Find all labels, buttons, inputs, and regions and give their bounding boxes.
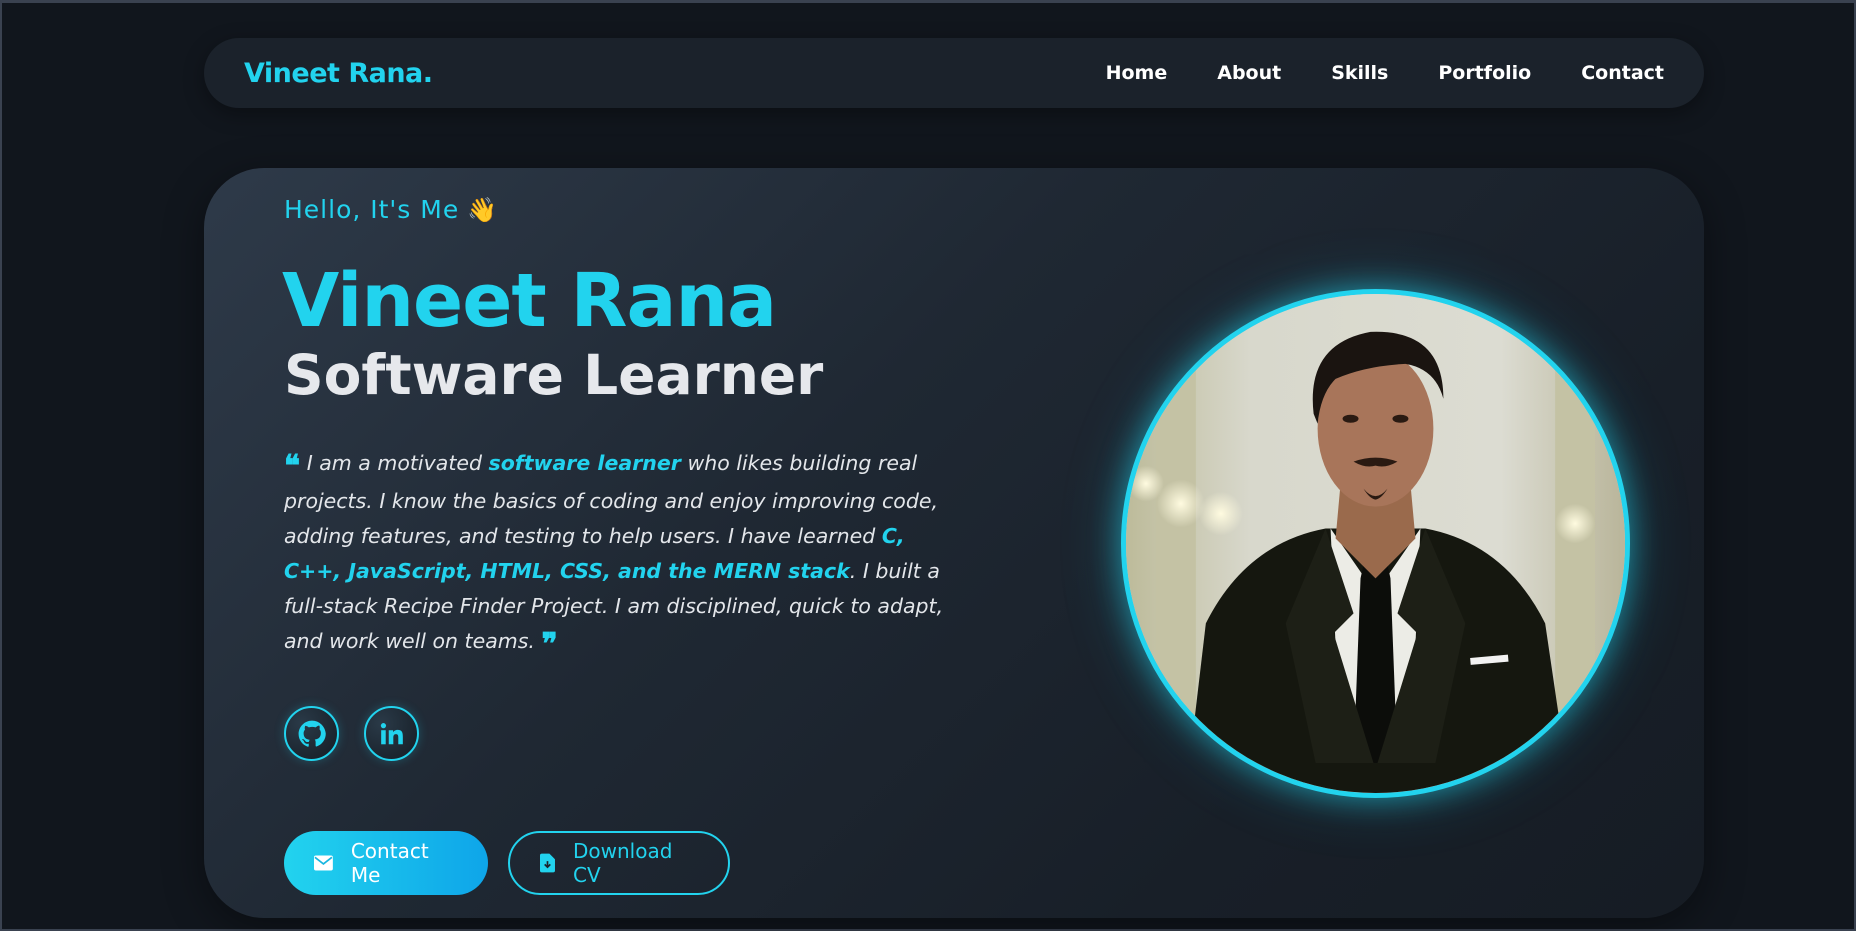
social-links	[284, 706, 419, 761]
contact-me-button[interactable]: Contact Me	[284, 831, 488, 895]
navbar: Vineet Rana. Home About Skills Portfolio…	[204, 38, 1704, 108]
bio-paragraph: ❝ I am a motivated software learner who …	[284, 446, 964, 662]
bio-text-1: I am a motivated	[306, 451, 489, 475]
nav-skills[interactable]: Skills	[1331, 62, 1388, 84]
profile-photo	[1121, 289, 1630, 798]
download-cv-label: Download CV	[572, 839, 673, 887]
nav-about[interactable]: About	[1217, 62, 1281, 84]
hero-name: Vineet Rana	[282, 258, 777, 344]
cta-buttons: Contact Me Download CV	[284, 831, 730, 895]
nav-links: Home About Skills Portfolio Contact	[1106, 62, 1664, 84]
download-cv-button[interactable]: Download CV	[508, 831, 730, 895]
nav-home[interactable]: Home	[1106, 62, 1168, 84]
contact-me-label: Contact Me	[350, 839, 429, 887]
nav-portfolio[interactable]: Portfolio	[1438, 62, 1531, 84]
linkedin-icon	[380, 722, 403, 744]
close-quote-icon: ❞	[541, 627, 558, 662]
greeting-text: Hello, It's Me	[284, 195, 460, 224]
file-download-icon	[540, 853, 555, 873]
github-link[interactable]	[284, 706, 339, 761]
profile-portrait	[1126, 294, 1625, 793]
github-icon	[298, 720, 326, 747]
wave-emoji: 👋	[467, 196, 499, 224]
greeting: Hello, It's Me 👋	[284, 195, 498, 224]
hero-role: Software Learner	[284, 343, 824, 407]
logo[interactable]: Vineet Rana.	[244, 58, 433, 89]
open-quote-icon: ❝	[284, 449, 301, 484]
page: Vineet Rana. Home About Skills Portfolio…	[0, 0, 1856, 931]
bio-highlight-1: software learner	[488, 451, 681, 475]
linkedin-link[interactable]	[364, 706, 419, 761]
envelope-icon	[314, 855, 333, 871]
nav-contact[interactable]: Contact	[1581, 62, 1664, 84]
